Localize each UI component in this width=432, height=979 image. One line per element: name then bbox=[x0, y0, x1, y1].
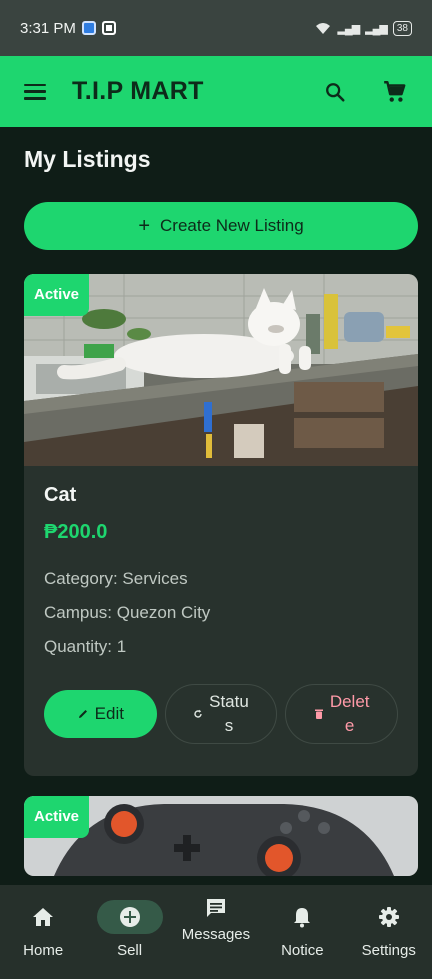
nav-notice-label: Notice bbox=[281, 942, 324, 959]
listing-title: Cat bbox=[44, 484, 77, 506]
message-icon bbox=[206, 899, 225, 917]
listing-price: ₱200.0 bbox=[44, 521, 108, 543]
pencil-icon bbox=[78, 710, 87, 718]
page-title: My Listings bbox=[24, 146, 151, 172]
nav-messages-label: Messages bbox=[181, 926, 251, 943]
listing-campus: Campus: Quezon City bbox=[44, 603, 211, 622]
refresh-icon bbox=[194, 709, 202, 718]
nav-sell[interactable]: Sell bbox=[90, 899, 170, 961]
5g-signal-icon: ▂▄▆ bbox=[365, 22, 388, 35]
nav-sell-indicator bbox=[96, 900, 163, 934]
status-badge: Active bbox=[24, 796, 90, 838]
nav-settings[interactable]: Settings bbox=[349, 899, 429, 961]
listing-photo: Active bbox=[24, 796, 418, 876]
delete-label: Delete bbox=[329, 692, 370, 735]
plus-icon: + bbox=[138, 215, 151, 237]
screen: 3:31 PM ▂▄▆ ▂▄▆ 38 T.I.P MART My Listing… bbox=[0, 0, 432, 979]
status-bar: 3:31 PM ▂▄▆ ▂▄▆ 38 bbox=[0, 0, 432, 56]
battery-icon: 38 bbox=[392, 20, 412, 36]
home-icon bbox=[33, 908, 54, 926]
nav-home[interactable]: Home bbox=[3, 899, 83, 961]
listing-actions: Edit Status Delete bbox=[44, 684, 398, 744]
app-title: T.I.P MART bbox=[72, 77, 204, 105]
app-bar: T.I.P MART bbox=[0, 56, 432, 127]
gear-icon bbox=[378, 907, 399, 927]
bell-icon bbox=[294, 908, 311, 928]
add-circle-icon bbox=[119, 907, 140, 927]
edit-label: Edit bbox=[94, 704, 124, 723]
listing-category: Category: Services bbox=[44, 569, 188, 588]
status-label: Status bbox=[209, 692, 249, 735]
listing-photo: Active bbox=[24, 274, 418, 466]
nav-notice[interactable]: Notice bbox=[262, 899, 342, 961]
nav-settings-label: Settings bbox=[361, 942, 416, 959]
notification-square-icon bbox=[101, 21, 116, 35]
nav-sell-label: Sell bbox=[117, 942, 143, 959]
status-button[interactable]: Status bbox=[164, 684, 278, 744]
search-icon[interactable] bbox=[324, 81, 346, 103]
status-badge: Active bbox=[24, 274, 90, 316]
edit-button[interactable]: Edit bbox=[44, 690, 157, 738]
nav-messages[interactable]: Messages bbox=[176, 899, 256, 945]
cart-icon[interactable] bbox=[382, 79, 408, 105]
nav-home-label: Home bbox=[23, 942, 64, 959]
delete-button[interactable]: Delete bbox=[285, 684, 398, 744]
notification-app-icon bbox=[81, 21, 96, 35]
listing-card[interactable]: Active bbox=[24, 796, 418, 876]
listing-card[interactable]: Active Cat ₱200.0 Category: Services Cam… bbox=[24, 274, 418, 776]
bottom-nav: Home Sell Messages Notice Settings bbox=[0, 885, 432, 979]
listing-quantity: Quantity: 1 bbox=[44, 637, 127, 656]
create-listing-button[interactable]: + Create New Listing bbox=[24, 202, 418, 250]
create-listing-label: Create New Listing bbox=[160, 216, 304, 235]
wifi-icon bbox=[316, 22, 331, 34]
menu-icon[interactable] bbox=[24, 83, 46, 100]
trash-icon bbox=[314, 709, 323, 719]
status-time: 3:31 PM bbox=[20, 19, 76, 37]
volte-signal-icon: ▂▄▆ bbox=[337, 22, 360, 35]
